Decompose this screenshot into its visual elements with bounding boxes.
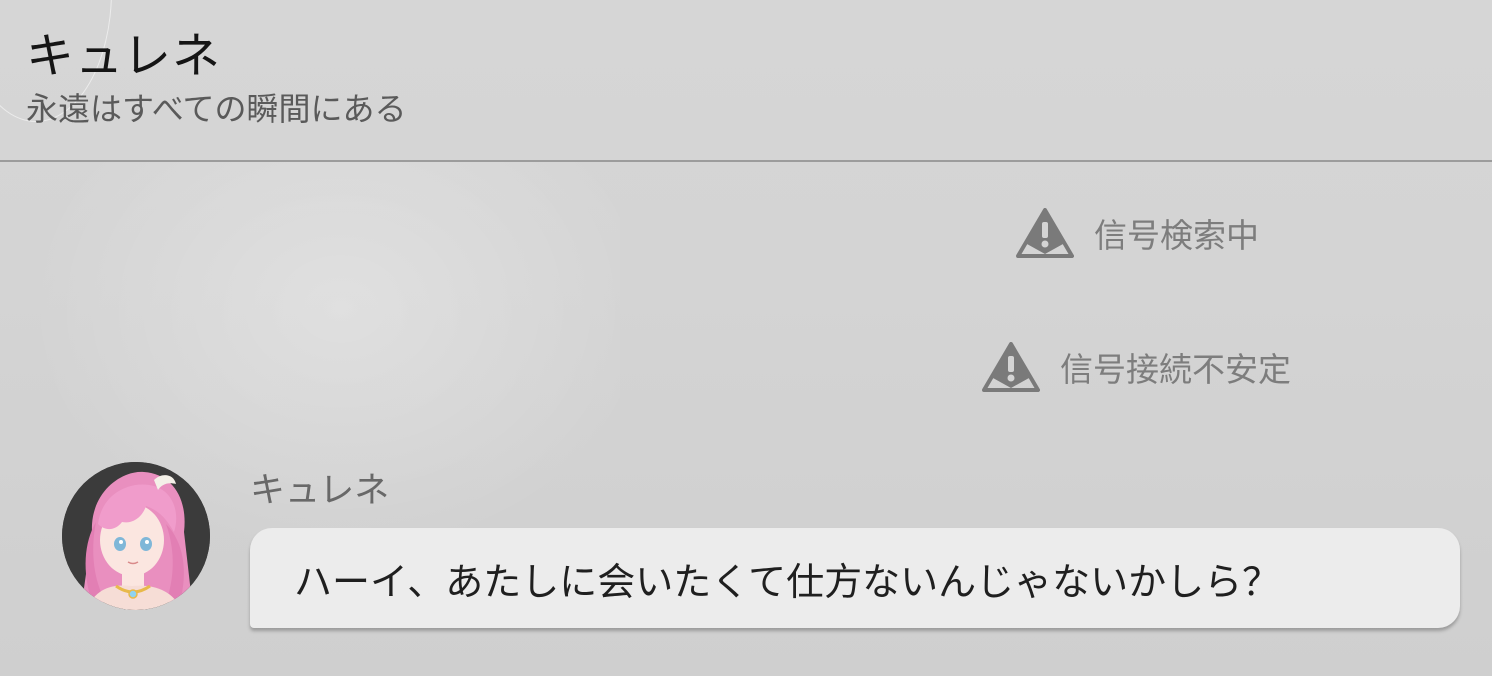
contact-name-title: キュレネ [26,28,222,84]
chat-screen: キュレネ 永遠はすべての瞬間にある 信号検索中 信号接続不安定 キュレネ ハーイ… [0,0,1492,676]
status-text: 信号接続不安定 [1060,350,1291,389]
warning-triangle-icon [1016,208,1074,258]
status-text: 信号検索中 [1094,216,1259,255]
warning-triangle-icon [982,342,1040,392]
header-divider [0,160,1492,162]
contact-signature: 永遠はすべての瞬間にある [26,90,407,128]
status-signal-searching: 信号検索中 [1016,208,1259,258]
avatar[interactable] [62,462,210,610]
message-sender-name: キュレネ [250,471,390,511]
message-bubble[interactable]: ハーイ、あたしに会いたくて仕方ないんじゃないかしら？ [250,528,1460,628]
status-signal-unstable: 信号接続不安定 [982,342,1291,392]
chat-header: キュレネ 永遠はすべての瞬間にある [0,0,1492,160]
message-text: ハーイ、あたしに会いたくて仕方ないんじゃないかしら？ [294,559,1281,604]
